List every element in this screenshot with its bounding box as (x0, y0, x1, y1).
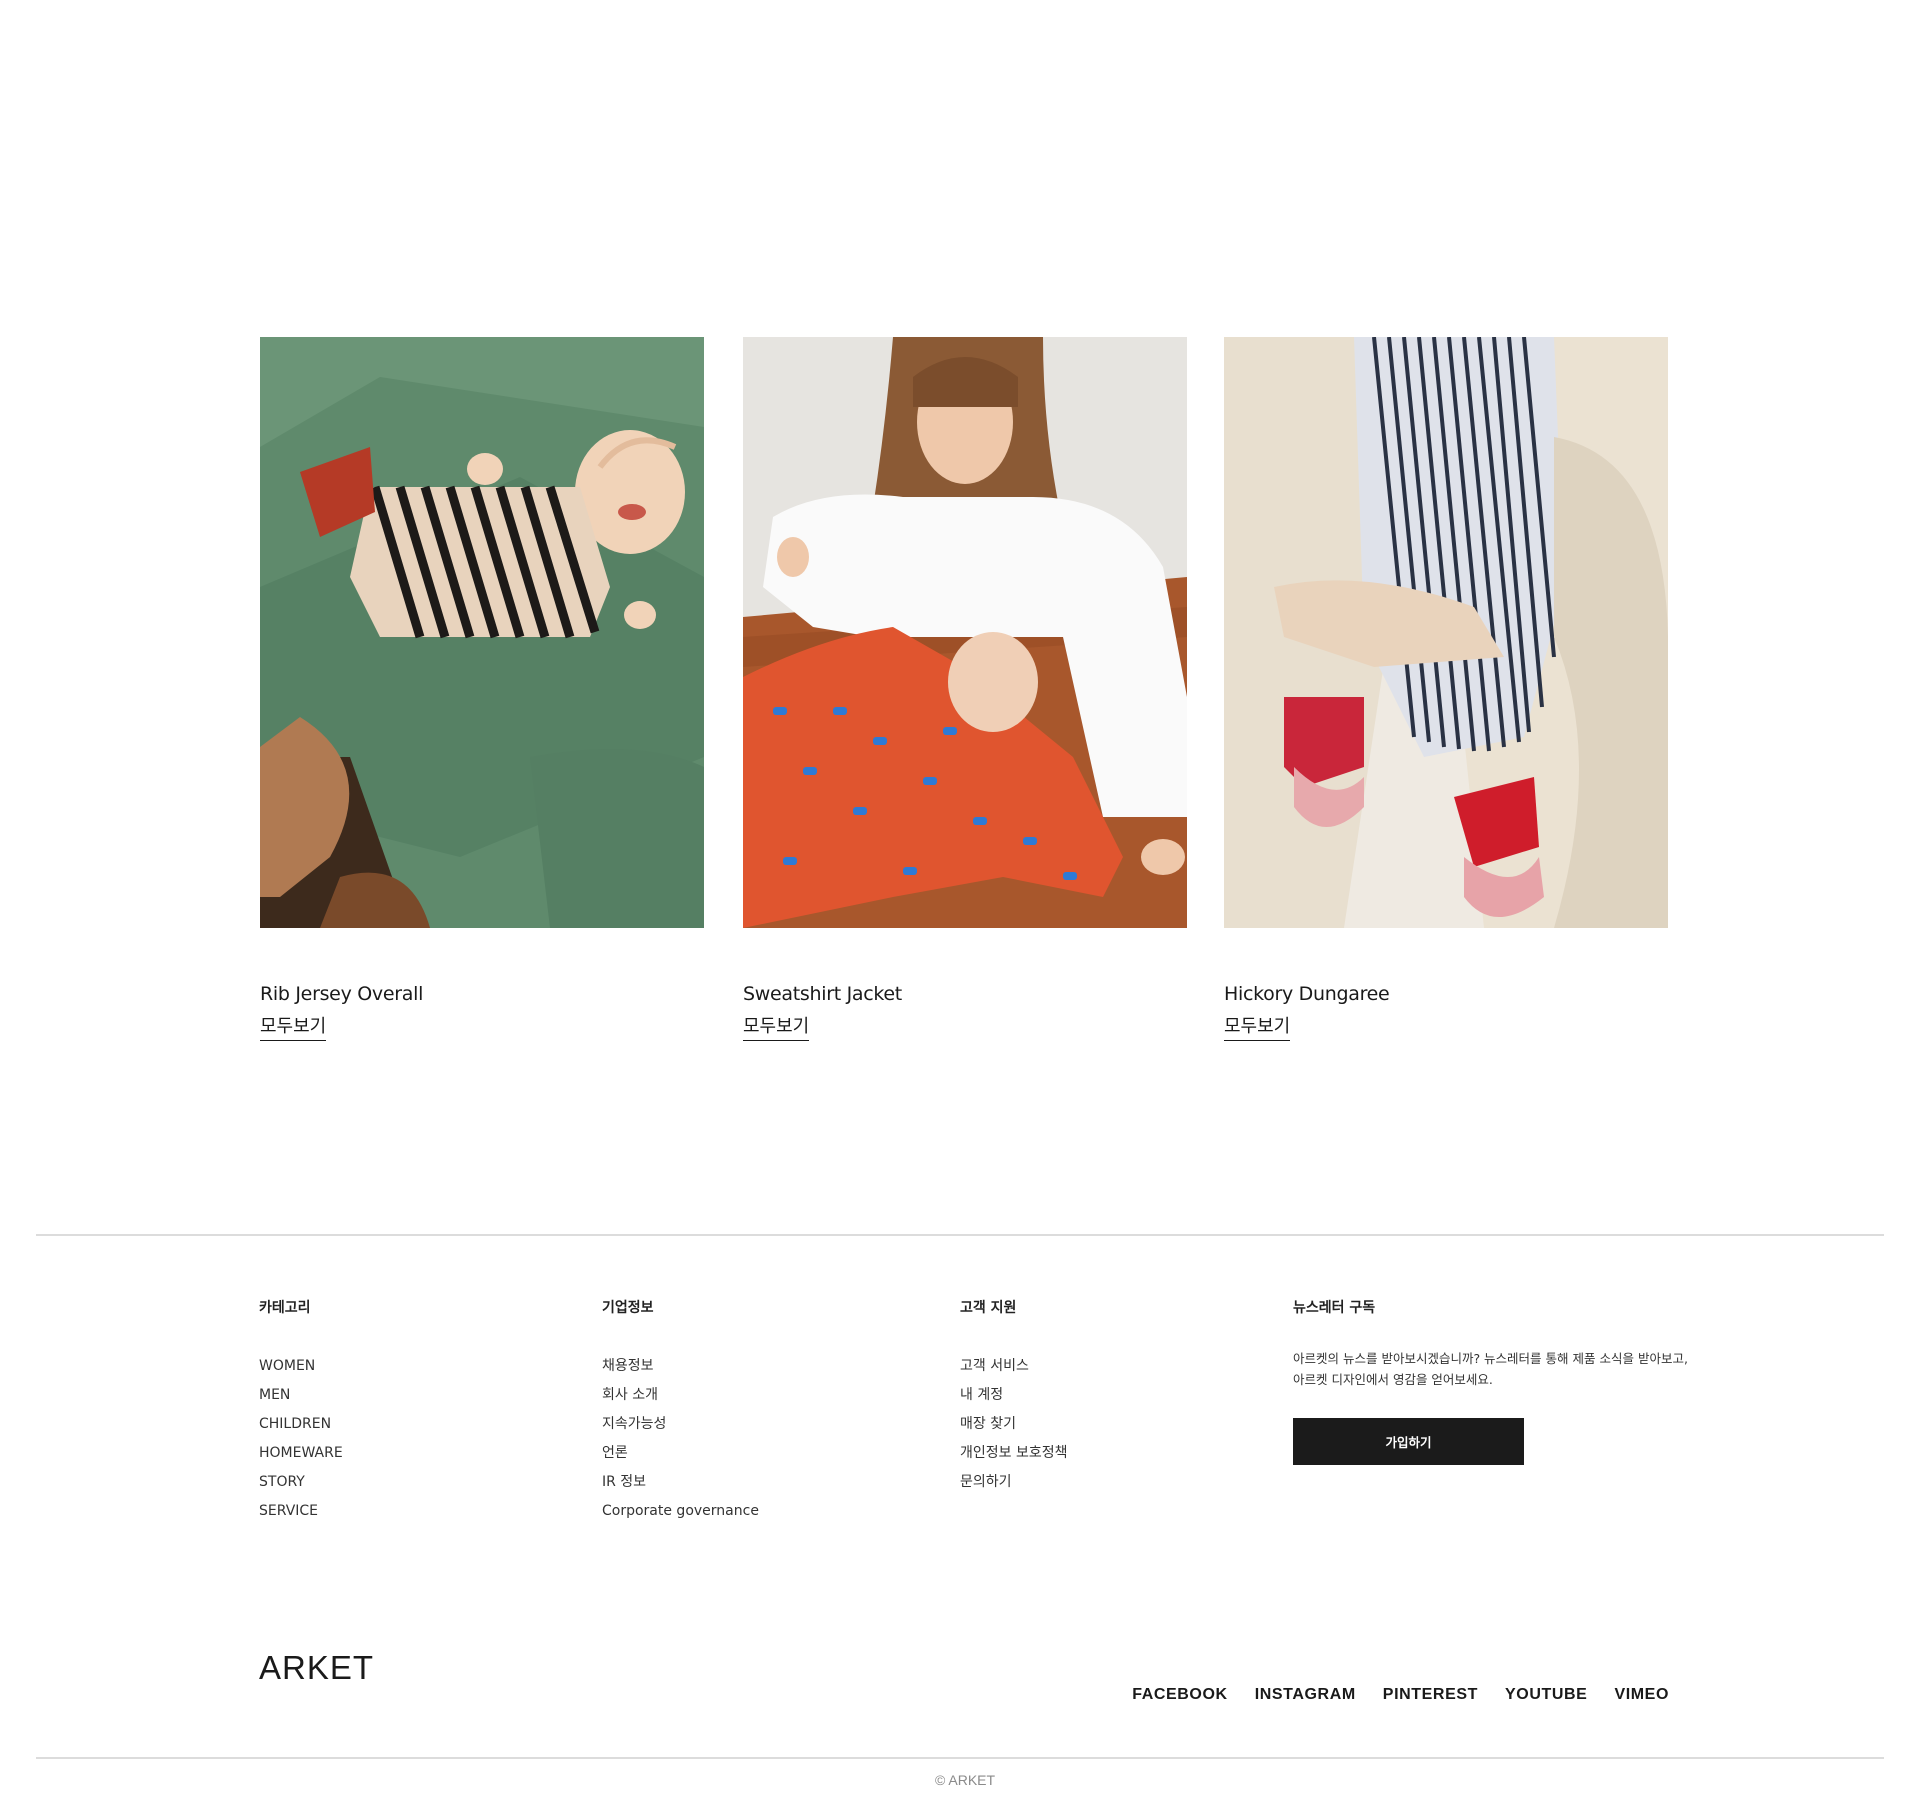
footer-link-service[interactable]: SERVICE (259, 1497, 539, 1526)
product-card: Sweatshirt Jacket 모두보기 (743, 337, 1187, 1041)
product-name: Rib Jersey Overall (260, 983, 424, 1005)
footer-link-customer-service[interactable]: 고객 서비스 (960, 1352, 1240, 1381)
footer-link-contact[interactable]: 문의하기 (960, 1468, 1240, 1497)
footer-link-story[interactable]: STORY (259, 1468, 539, 1497)
footer-newsletter-title: 뉴스레터 구독 (1293, 1300, 1376, 1316)
baby-on-green-sofa-image (260, 337, 704, 928)
social-link-vimeo[interactable]: VIMEO (1614, 1686, 1669, 1704)
footer-newsletter-column: 뉴스레터 구독 아르켓의 뉴스를 받아보시겠습니까? 뉴스레터를 통해 제품 소… (1293, 1298, 1688, 1465)
footer-link-children[interactable]: CHILDREN (259, 1410, 539, 1439)
footer-link-privacy[interactable]: 개인정보 보호정책 (960, 1439, 1240, 1468)
footer-link-men[interactable]: MEN (259, 1381, 539, 1410)
footer-category-column: 카테고리 WOMEN MEN CHILDREN HOMEWARE STORY S… (259, 1298, 539, 1526)
footer-corporate-title: 기업정보 (602, 1300, 654, 1316)
product-card: Rib Jersey Overall 모두보기 (260, 337, 704, 1041)
baby-in-dungaree-image (1224, 337, 1668, 928)
footer-link-about[interactable]: 회사 소개 (602, 1381, 902, 1410)
footer-link-my-account[interactable]: 내 계정 (960, 1381, 1240, 1410)
footer-link-sustainability[interactable]: 지속가능성 (602, 1410, 902, 1439)
footer-link-press[interactable]: 언론 (602, 1439, 902, 1468)
product-grid: Rib Jersey Overall 모두보기 Sweatshirt Jacke… (260, 337, 1670, 1057)
product-photo-hickory-dungaree[interactable] (1224, 337, 1668, 928)
view-all-link[interactable]: 모두보기 (1224, 1016, 1291, 1041)
footer-link-governance[interactable]: Corporate governance (602, 1497, 902, 1526)
copyright-text: © ARKET (934, 1772, 996, 1788)
product-name: Sweatshirt Jacket (743, 983, 902, 1005)
product-name: Hickory Dungaree (1224, 983, 1390, 1005)
woman-with-baby-image (743, 337, 1187, 928)
social-link-facebook[interactable]: FACEBOOK (1132, 1686, 1227, 1704)
footer-link-ir[interactable]: IR 정보 (602, 1468, 902, 1497)
footer-customer-service-title: 고객 지원 (960, 1300, 1017, 1316)
footer-link-women[interactable]: WOMEN (259, 1352, 539, 1381)
footer-category-title: 카테고리 (259, 1300, 311, 1316)
newsletter-description: 아르켓의 뉴스를 받아보시겠습니까? 뉴스레터를 통해 제품 소식을 받아보고,… (1293, 1351, 1688, 1387)
social-links: FACEBOOK INSTAGRAM PINTEREST YOUTUBE VIM… (1105, 1686, 1669, 1704)
newsletter-join-button[interactable]: 가입하기 (1293, 1418, 1524, 1465)
footer-divider (36, 1234, 1884, 1236)
product-photo-rib-jersey-overall[interactable] (260, 337, 704, 928)
social-link-pinterest[interactable]: PINTEREST (1383, 1686, 1478, 1704)
product-photo-sweatshirt-jacket[interactable] (743, 337, 1187, 928)
copyright-divider (36, 1757, 1884, 1759)
view-all-link[interactable]: 모두보기 (260, 1016, 327, 1041)
product-card: Hickory Dungaree 모두보기 (1224, 337, 1668, 1041)
view-all-link[interactable]: 모두보기 (743, 1016, 810, 1041)
footer-link-homeware[interactable]: HOMEWARE (259, 1439, 539, 1468)
social-link-youtube[interactable]: YOUTUBE (1505, 1686, 1587, 1704)
social-link-instagram[interactable]: INSTAGRAM (1255, 1686, 1356, 1704)
arket-logo[interactable]: ARKET (259, 1650, 374, 1686)
footer-customer-service-column: 고객 지원 고객 서비스 내 계정 매장 찾기 개인정보 보호정책 문의하기 (960, 1298, 1240, 1497)
footer-corporate-column: 기업정보 채용정보 회사 소개 지속가능성 언론 IR 정보 Corporate… (602, 1298, 902, 1526)
footer-link-careers[interactable]: 채용정보 (602, 1352, 902, 1381)
footer-link-store-locator[interactable]: 매장 찾기 (960, 1410, 1240, 1439)
